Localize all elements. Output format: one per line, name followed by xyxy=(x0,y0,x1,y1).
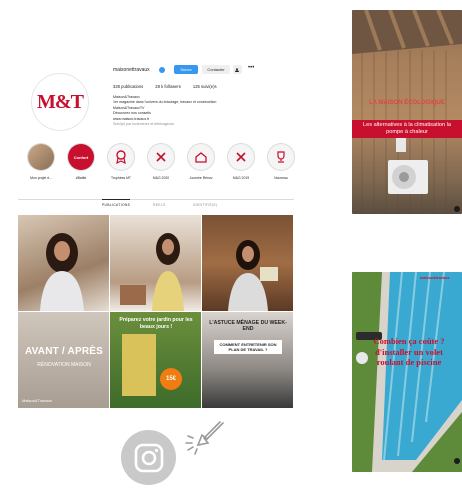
instagram-glyph xyxy=(134,443,163,472)
medal-icon xyxy=(108,144,134,170)
post-title: Préparez votre jardin pour les beaux jou… xyxy=(119,317,193,330)
card-title: Combien ça coûte ? d'installer un volet … xyxy=(373,336,445,367)
magazine-cover xyxy=(122,334,156,396)
post-photo-woman xyxy=(120,233,184,311)
post-title: L'ASTUCE MÉNAGE DU WEEK-END xyxy=(209,320,287,332)
card-brand: LA MAISON ÉCOLOGIQUE xyxy=(369,100,445,106)
highlight-item[interactable]: Trophées MT xyxy=(104,144,138,180)
tab-tagged[interactable]: IDENTIFIÉ(E) xyxy=(193,203,218,207)
tab-publications[interactable]: PUBLICATIONS xyxy=(102,199,131,207)
post-photo-woman xyxy=(40,233,84,311)
reel-card-heat-pump[interactable]: LA MAISON ÉCOLOGIQUE Les alternatives à … xyxy=(352,10,462,214)
tab-reels[interactable]: REELS xyxy=(153,203,166,207)
tools-icon xyxy=(228,144,254,170)
highlight-label: Nouveau xyxy=(274,176,288,180)
profile-username: maisonettravaux xyxy=(113,67,150,73)
click-cursor-icon xyxy=(185,421,224,455)
pool-photo xyxy=(352,272,462,472)
highlight-item[interactable]: M&G 2020 xyxy=(144,144,178,180)
followers-count[interactable]: 28 k followers xyxy=(155,84,181,89)
price-badge: 15€ xyxy=(160,368,182,390)
highlight-label: Journée Rénov xyxy=(189,176,213,180)
card-brand: maison&travaux xyxy=(420,276,450,280)
highlight-item[interactable]: M&G 2019 xyxy=(224,144,258,180)
grid-post[interactable]: L'ASTUCE MÉNAGE DU WEEK-END COMMENT ENTR… xyxy=(202,312,293,408)
card-title: Les alternatives à la climatisation la p… xyxy=(352,120,462,138)
avatar-logo: M&T xyxy=(37,90,84,113)
reel-card-pool-cover[interactable]: maison&travaux Combien ça coûte ? d'inst… xyxy=(352,272,462,472)
highlight-item[interactable]: Journée Rénov xyxy=(184,144,218,180)
posts-count: 328 publications xyxy=(113,84,144,89)
grid-post[interactable] xyxy=(202,215,293,311)
grid-post[interactable]: Préparez votre jardin pour les beaux jou… xyxy=(110,312,201,408)
wood-wall-photo xyxy=(352,10,462,214)
highlight-photo xyxy=(28,144,54,170)
post-grid: AVANT / APRÈS RÉNOVATION MAISON Maison&T… xyxy=(18,215,294,409)
highlight-item[interactable]: Confort #Battle xyxy=(64,144,98,180)
screenshot-canvas: M&T maisonettravaux Suivre Contacter •••… xyxy=(0,0,462,490)
avatar[interactable]: M&T xyxy=(32,74,88,130)
post-photo-woman xyxy=(228,240,278,311)
verified-icon xyxy=(159,67,165,73)
more-options-icon[interactable]: ••• xyxy=(248,65,254,71)
tools-icon xyxy=(148,144,174,170)
profile-tabs: PUBLICATIONS REELS IDENTIFIÉ(E) xyxy=(18,199,294,211)
story-highlights: Mon projet d... Confort #Battle Trophées… xyxy=(22,144,294,184)
highlight-label: M&G 2019 xyxy=(232,176,250,180)
house-icon xyxy=(188,144,214,170)
follow-button[interactable]: Suivre xyxy=(174,65,198,74)
highlight-item[interactable]: Mon projet d... xyxy=(24,144,58,180)
post-brand: Maison&Travaux xyxy=(22,398,52,403)
highlight-label: #Battle xyxy=(75,176,87,180)
bio-followed-by[interactable]: Suivi(e) par lucienchez et lebricageurs xyxy=(113,122,273,127)
contact-button[interactable]: Contacter xyxy=(202,65,230,74)
highlight-cover: Confort xyxy=(68,144,94,170)
grid-post[interactable]: AVANT / APRÈS RÉNOVATION MAISON Maison&T… xyxy=(18,312,109,408)
instagram-profile: M&T maisonettravaux Suivre Contacter •••… xyxy=(18,58,294,410)
highlight-item[interactable]: Nouveau xyxy=(264,144,298,180)
post-subtitle: RÉNOVATION MAISON xyxy=(37,362,91,368)
profile-bio: Maison&Travaux 1er magazine dans l'unive… xyxy=(113,95,273,127)
highlight-label: Trophées MT xyxy=(110,176,132,180)
highlight-cover-text: Confort xyxy=(73,154,89,160)
trophy-icon xyxy=(268,144,294,170)
following-count[interactable]: 125 suivi(e)s xyxy=(193,84,217,89)
grid-post[interactable] xyxy=(18,215,109,311)
profile-stats: 328 publications 28 k followers 125 suiv… xyxy=(113,84,217,89)
instagram-icon[interactable] xyxy=(121,430,176,485)
highlight-label: Mon projet d... xyxy=(30,176,52,180)
grid-post[interactable] xyxy=(110,215,201,311)
highlight-label: M&G 2020 xyxy=(152,176,170,180)
add-user-icon xyxy=(235,67,239,72)
reel-icon xyxy=(454,458,460,464)
suggested-users-button[interactable] xyxy=(233,65,242,74)
post-title: AVANT / APRÈS xyxy=(25,346,103,357)
post-subtitle: COMMENT ENTRETENIR SON PLAN DE TRAVAIL ? xyxy=(214,340,282,354)
reel-icon xyxy=(454,206,460,212)
